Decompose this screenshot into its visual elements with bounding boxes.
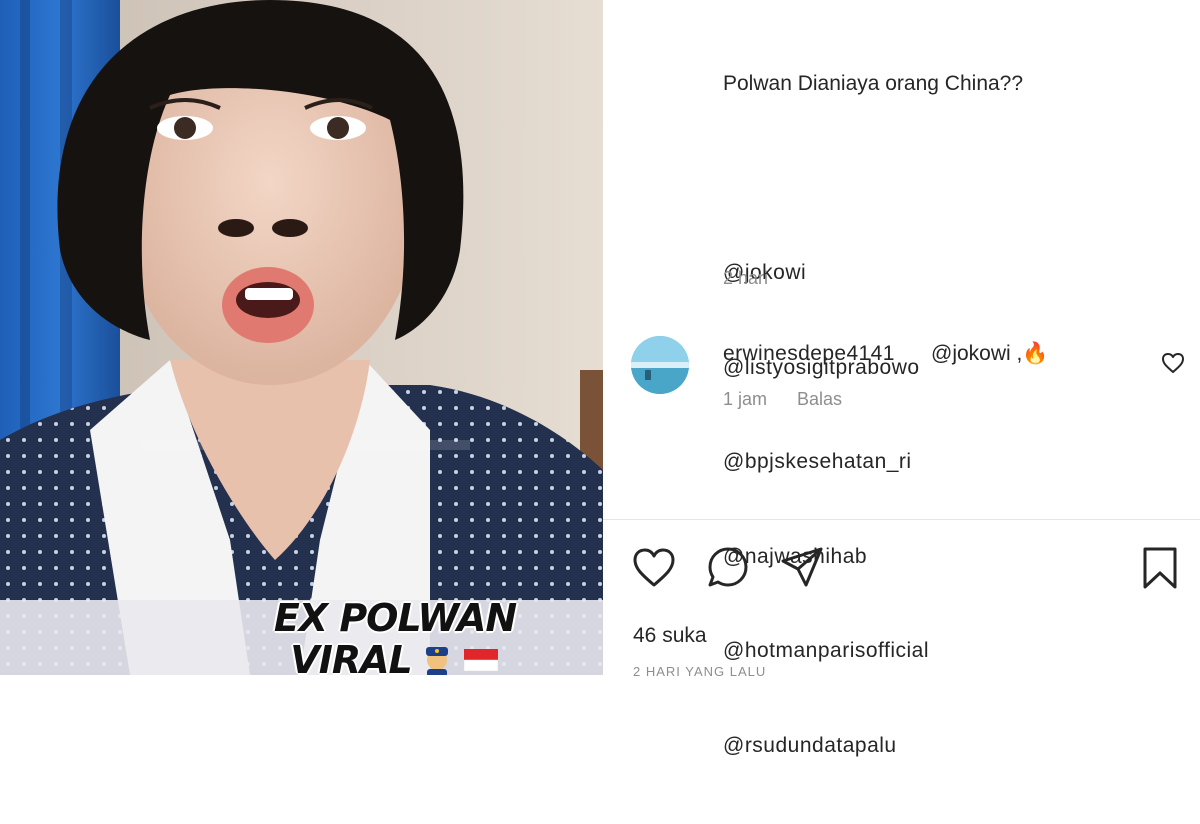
comment-like-heart-icon[interactable] xyxy=(1161,352,1185,374)
comment-bubble-icon[interactable] xyxy=(705,545,751,591)
commenter-username-link[interactable]: erwinesdepe4141 xyxy=(723,342,895,366)
commenter-avatar[interactable] xyxy=(631,336,689,394)
section-divider xyxy=(603,519,1200,520)
avatar-image xyxy=(631,336,689,394)
video-overlay-title: EX POLWAN xyxy=(273,596,517,640)
post-date[interactable]: 2 HARI YANG LALU xyxy=(633,664,766,679)
caption-mention-link[interactable]: @rsudundatapalu xyxy=(723,730,1023,762)
share-paper-plane-icon[interactable] xyxy=(779,545,825,591)
post-media-video[interactable]: EX POLWAN VIRAL xyxy=(0,0,603,675)
video-frame-image xyxy=(0,0,603,675)
comment-reply-button[interactable]: Balas xyxy=(797,389,842,410)
video-overlay-subtitle: VIRAL xyxy=(240,638,550,675)
police-officer-icon xyxy=(425,647,448,675)
comment-timestamp[interactable]: 1 jam xyxy=(723,389,767,410)
caption-mention-link[interactable]: @bpjskesehatan_ri xyxy=(723,446,1023,478)
comment-item: erwinesdepe4141 @jokowi ,🔥 1 jam Balas xyxy=(631,336,1191,416)
comment-text: @jokowi ,🔥 xyxy=(931,342,1049,365)
caption-text-line: Polwan Dianiaya orang China?? xyxy=(723,72,1024,95)
caption-mention-link[interactable]: @hotmanparisofficial xyxy=(723,635,1023,667)
video-overlay-subtitle-text: VIRAL xyxy=(290,638,412,675)
likes-count[interactable]: 46 suka xyxy=(633,624,707,648)
indonesia-flag-icon xyxy=(463,649,498,672)
like-heart-icon[interactable] xyxy=(631,545,677,591)
save-bookmark-icon[interactable] xyxy=(1137,545,1183,591)
post-details-panel: Polwan Dianiaya orang China?? @jokowi @l… xyxy=(603,0,1200,757)
caption-timestamp[interactable]: 2 hari xyxy=(723,268,768,289)
post-action-bar xyxy=(631,545,1191,595)
